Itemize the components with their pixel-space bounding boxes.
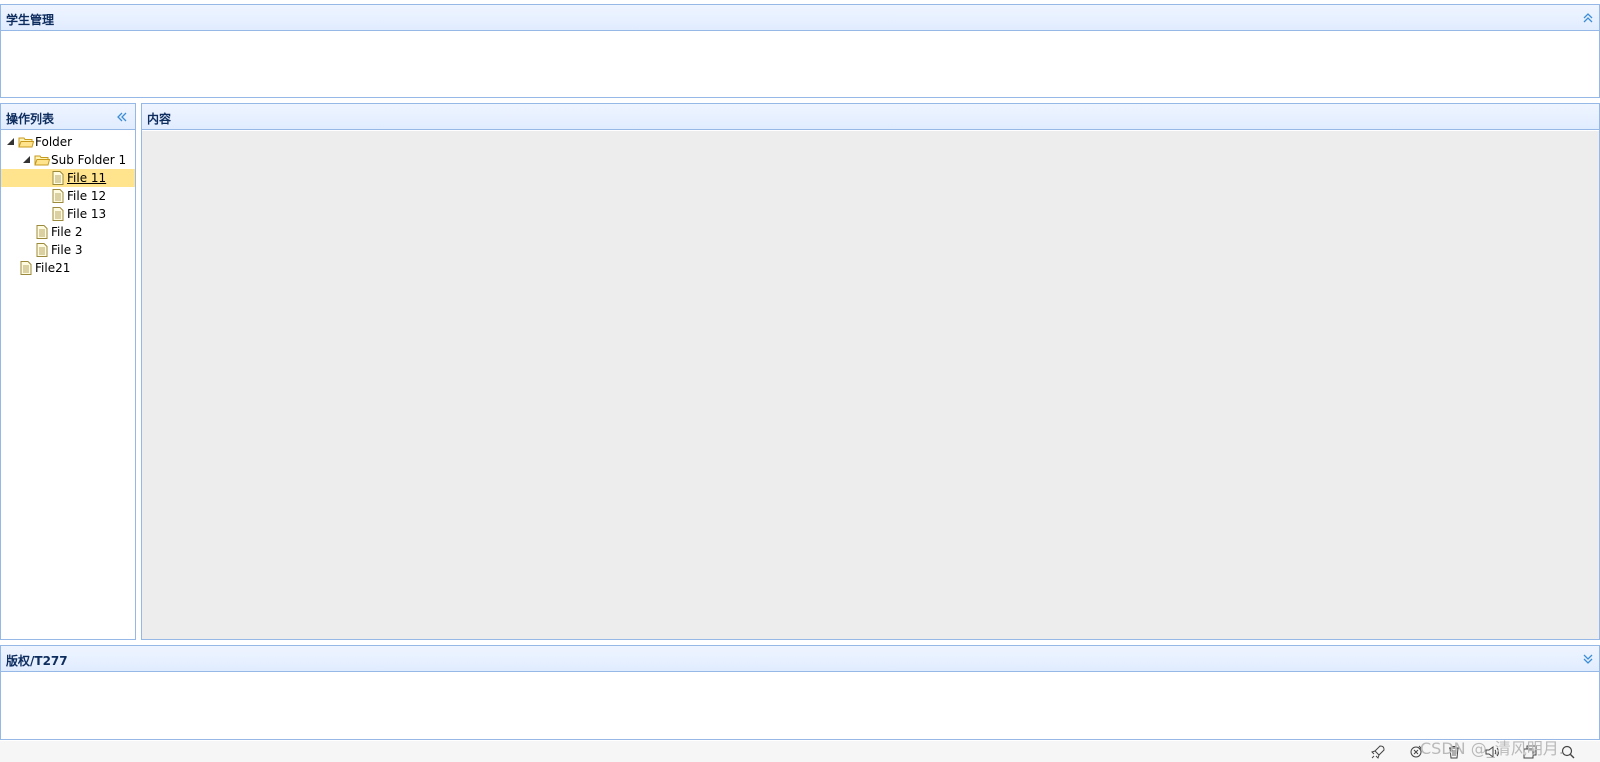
file-icon (52, 207, 64, 221)
tree-node-label: File 3 (51, 243, 83, 257)
center-panel-title: 内容 (147, 112, 172, 126)
tree-node-file-2[interactable]: File 2 (1, 223, 135, 241)
tree-node-folder[interactable]: Folder (1, 133, 135, 151)
rocket-icon[interactable] (1370, 744, 1386, 760)
tree-node-label: File 13 (67, 207, 107, 221)
north-panel-header: 学生管理 (1, 5, 1599, 31)
west-panel-body: Folder Sub Folder 1 File 11 File 12 File… (1, 131, 135, 639)
north-panel-title: 学生管理 (6, 13, 55, 27)
north-panel-body (1, 32, 1599, 97)
tree-node-label: Sub Folder 1 (51, 153, 127, 167)
tree-node-file-3[interactable]: File 3 (1, 241, 135, 259)
tree-node-file-11[interactable]: File 11 (1, 169, 135, 187)
collapse-up-icon[interactable] (1581, 11, 1595, 25)
tree-node-file21[interactable]: File21 (1, 259, 135, 277)
south-panel-title: 版权/T277 (6, 654, 68, 668)
file-icon (52, 171, 64, 185)
file-icon (36, 243, 48, 257)
tree-node-label: File21 (35, 261, 71, 275)
north-panel: 学生管理 (0, 4, 1600, 98)
status-bar (0, 741, 1600, 762)
collapse-down-icon[interactable] (1581, 652, 1595, 666)
tree-node-label: File 12 (67, 189, 107, 203)
tree-node-label: File 11 (67, 171, 107, 185)
center-panel-header: 内容 (142, 104, 1599, 130)
collapse-left-icon[interactable] (115, 110, 129, 124)
west-panel: 操作列表 Folder Sub Folder 1 File 11 File 12… (0, 103, 136, 640)
tree-node-label: Folder (35, 135, 73, 149)
south-panel: 版权/T277 (0, 645, 1600, 740)
center-panel: 内容 (141, 103, 1600, 640)
tree-node-sub-folder-1[interactable]: Sub Folder 1 (1, 151, 135, 169)
file-icon (36, 225, 48, 239)
watermark: CSDN @_清风明月. (1420, 739, 1564, 758)
west-panel-header: 操作列表 (1, 104, 135, 130)
expanded-arrow-icon[interactable] (19, 151, 35, 169)
tree-node-file-13[interactable]: File 13 (1, 205, 135, 223)
folder-open-icon (34, 155, 50, 166)
tree: Folder Sub Folder 1 File 11 File 12 File… (1, 131, 135, 277)
file-icon (20, 261, 32, 275)
file-icon (52, 189, 64, 203)
folder-open-icon (18, 137, 34, 148)
tree-node-file-12[interactable]: File 12 (1, 187, 135, 205)
south-panel-body (1, 673, 1599, 739)
west-panel-title: 操作列表 (6, 112, 55, 126)
south-panel-header: 版权/T277 (1, 646, 1599, 672)
expanded-arrow-icon[interactable] (3, 133, 19, 151)
center-panel-body[interactable] (142, 131, 1599, 639)
tree-node-label: File 2 (51, 225, 83, 239)
